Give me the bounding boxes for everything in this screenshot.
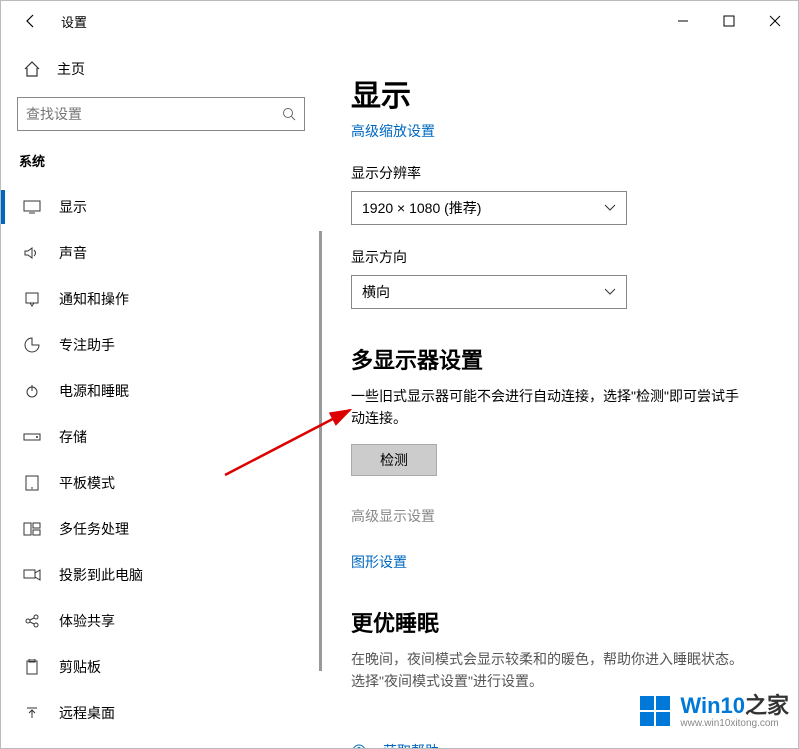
project-icon	[23, 568, 41, 582]
minimize-button[interactable]	[660, 1, 706, 41]
nav-list: 显示 声音 通知和操作 专注助手 电源和睡眠	[17, 184, 305, 736]
resolution-label: 显示分辨率	[351, 163, 768, 183]
nav-label: 存储	[59, 427, 87, 447]
nav-clipboard[interactable]: 剪贴板	[17, 644, 305, 690]
notification-icon	[23, 291, 41, 307]
nav-sound[interactable]: 声音	[17, 230, 305, 276]
minimize-icon	[677, 15, 689, 27]
home-button[interactable]: 主页	[17, 49, 305, 89]
back-button[interactable]	[11, 1, 51, 41]
section-label: 系统	[17, 151, 305, 170]
watermark-brand-b: 之家	[745, 693, 789, 718]
chevron-down-icon	[604, 288, 616, 296]
display-icon	[23, 200, 41, 214]
tablet-icon	[23, 475, 41, 491]
sidebar: 主页 系统 显示 声音 通知和操作	[1, 41, 321, 748]
nav-label: 平板模式	[59, 473, 115, 493]
nav-label: 声音	[59, 243, 87, 263]
titlebar: 设置	[1, 1, 798, 41]
nav-label: 通知和操作	[59, 289, 129, 309]
advanced-display-settings[interactable]: 高级显示设置	[351, 506, 768, 526]
sound-icon	[23, 246, 41, 260]
nav-multitask[interactable]: 多任务处理	[17, 506, 305, 552]
close-icon	[769, 15, 781, 27]
nav-label: 专注助手	[59, 335, 115, 355]
maximize-icon	[723, 15, 735, 27]
help-icon	[351, 743, 369, 748]
nav-shared[interactable]: 体验共享	[17, 598, 305, 644]
multi-display-desc: 一些旧式显示器可能不会进行自动连接，选择"检测"即可尝试手动连接。	[351, 385, 751, 430]
multitask-icon	[23, 522, 41, 536]
home-icon	[23, 60, 41, 78]
nav-power[interactable]: 电源和睡眠	[17, 368, 305, 414]
maximize-button[interactable]	[706, 1, 752, 41]
windows-logo-icon	[640, 696, 670, 726]
share-icon	[23, 613, 41, 629]
help-label: 获取帮助	[383, 741, 439, 748]
nav-display[interactable]: 显示	[17, 184, 305, 230]
orientation-label: 显示方向	[351, 247, 768, 267]
focus-icon	[23, 337, 41, 353]
content-area: 显示 高级缩放设置 显示分辨率 1920 × 1080 (推荐) 显示方向 横向…	[321, 41, 798, 748]
close-button[interactable]	[752, 1, 798, 41]
get-help-link[interactable]: 获取帮助	[351, 733, 768, 748]
nav-project[interactable]: 投影到此电脑	[17, 552, 305, 598]
nav-label: 投影到此电脑	[59, 565, 143, 585]
nav-label: 体验共享	[59, 611, 115, 631]
detect-button[interactable]: 检测	[351, 444, 437, 476]
nav-tablet[interactable]: 平板模式	[17, 460, 305, 506]
search-icon	[282, 107, 296, 121]
nav-focus[interactable]: 专注助手	[17, 322, 305, 368]
home-label: 主页	[57, 59, 85, 79]
resolution-value: 1920 × 1080 (推荐)	[362, 198, 481, 218]
graphics-settings-link[interactable]: 图形设置	[351, 552, 407, 572]
watermark-url: www.win10xitong.com	[680, 718, 789, 729]
nav-storage[interactable]: 存储	[17, 414, 305, 460]
storage-icon	[23, 431, 41, 443]
arrow-left-icon	[23, 13, 39, 29]
search-field[interactable]	[26, 106, 282, 122]
resolution-dropdown[interactable]: 1920 × 1080 (推荐)	[351, 191, 627, 225]
nav-label: 多任务处理	[59, 519, 129, 539]
orientation-value: 横向	[362, 282, 390, 302]
nav-notifications[interactable]: 通知和操作	[17, 276, 305, 322]
chevron-down-icon	[604, 204, 616, 212]
sleep-heading: 更优睡眠	[351, 606, 768, 638]
sleep-desc: 在晚间，夜间模式会显示较柔和的暖色，帮助你进入睡眠状态。 选择"夜间模式设置"进…	[351, 648, 751, 693]
window-title: 设置	[61, 12, 87, 31]
remote-icon	[23, 705, 41, 721]
multi-display-heading: 多显示器设置	[351, 343, 768, 375]
page-heading: 显示	[351, 71, 768, 115]
watermark: Win10之家 www.win10xitong.com	[640, 694, 789, 729]
nav-label: 显示	[59, 197, 87, 217]
nav-label: 剪贴板	[59, 657, 101, 677]
advanced-scaling-link[interactable]: 高级缩放设置	[351, 121, 768, 141]
nav-label: 远程桌面	[59, 703, 115, 723]
watermark-brand-a: Win10	[680, 693, 745, 718]
power-icon	[23, 383, 41, 399]
orientation-dropdown[interactable]: 横向	[351, 275, 627, 309]
nav-remote[interactable]: 远程桌面	[17, 690, 305, 736]
clipboard-icon	[23, 659, 41, 675]
search-input[interactable]	[17, 97, 305, 131]
nav-label: 电源和睡眠	[59, 381, 129, 401]
